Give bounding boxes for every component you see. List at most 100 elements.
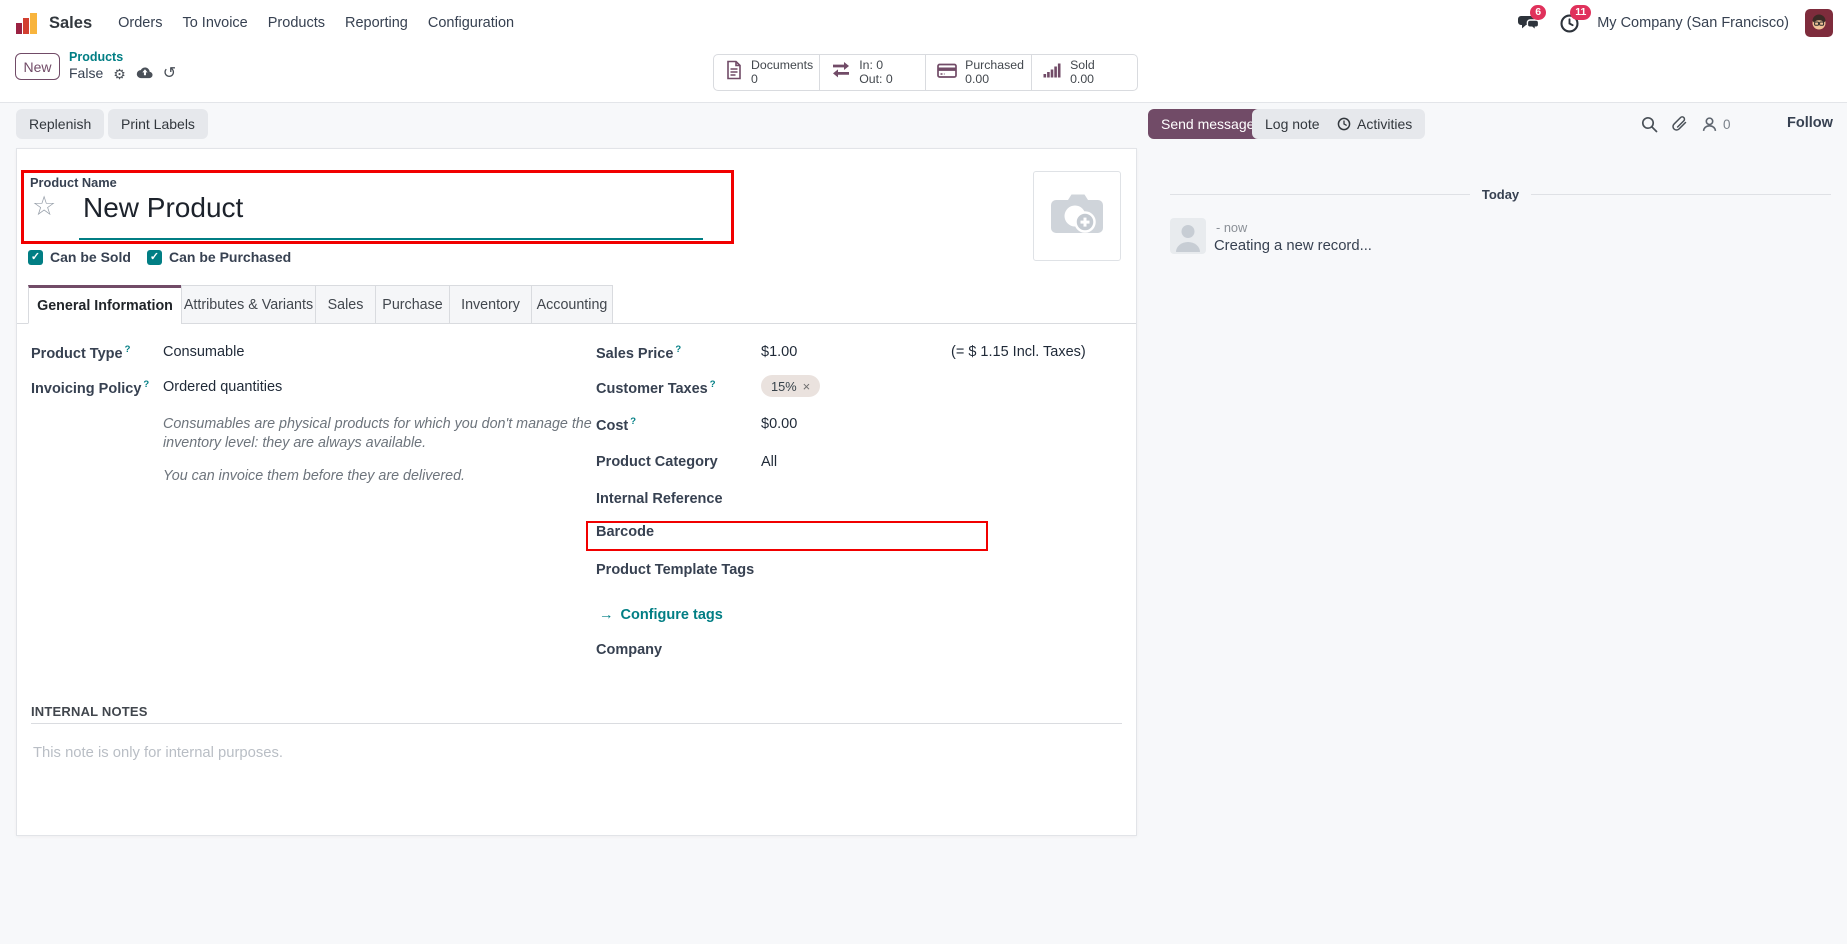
main-menu: Orders To Invoice Products Reporting Con… xyxy=(108,15,524,31)
messages-icon[interactable]: 6 xyxy=(1517,11,1541,35)
help-icon: ? xyxy=(630,416,636,427)
consumable-help-note: Consumables are physical products for wh… xyxy=(163,415,601,453)
send-message-button[interactable]: Send message xyxy=(1148,109,1267,139)
tab-sales[interactable]: Sales xyxy=(315,285,376,324)
tax-tag[interactable]: 15% × xyxy=(761,375,820,397)
internal-notes-input[interactable]: This note is only for internal purposes. xyxy=(33,745,283,761)
new-button[interactable]: New xyxy=(15,53,60,80)
chatter-date-divider: Today xyxy=(1148,187,1831,202)
can-be-purchased-checkbox[interactable]: ✓ Can be Purchased xyxy=(147,249,291,265)
product-name-input[interactable]: New Product xyxy=(83,191,243,225)
nav-item-reporting[interactable]: Reporting xyxy=(335,15,418,31)
nav-item-products[interactable]: Products xyxy=(258,15,335,31)
breadcrumb: New Products False ⚙ ↺ xyxy=(15,51,176,82)
activities-badge: 11 xyxy=(1570,5,1591,20)
transfer-arrows-icon xyxy=(831,61,851,84)
product-type-value[interactable]: Consumable xyxy=(163,344,244,360)
help-icon: ? xyxy=(143,379,149,390)
chatter-tools: 0 xyxy=(1641,112,1731,136)
internal-notes-divider xyxy=(31,723,1122,724)
search-message-icon[interactable] xyxy=(1641,116,1658,133)
tax-tag-remove-icon[interactable]: × xyxy=(803,379,811,394)
invoicing-policy-value[interactable]: Ordered quantities xyxy=(163,379,282,395)
cost-label: Cost? xyxy=(596,416,636,434)
stat-buttons: Documents 0 In: 0 Out: 0 xyxy=(713,54,1138,91)
checkbox-checked-icon: ✓ xyxy=(28,250,43,265)
header: Sales Orders To Invoice Products Reporti… xyxy=(0,0,1847,103)
date-divider-label: Today xyxy=(1482,187,1519,202)
stat-value: 0.00 xyxy=(1070,73,1095,87)
stat-label: Documents xyxy=(751,59,813,73)
invoicing-policy-label: Invoicing Policy? xyxy=(31,379,149,397)
message-avatar xyxy=(1170,218,1206,254)
app-name[interactable]: Sales xyxy=(49,14,92,33)
nav-item-orders[interactable]: Orders xyxy=(108,15,172,31)
nav-item-configuration[interactable]: Configuration xyxy=(418,15,524,31)
product-category-label: Product Category xyxy=(596,454,718,470)
log-note-button[interactable]: Log note xyxy=(1252,109,1333,139)
favorite-star-icon[interactable]: ☆ xyxy=(32,191,56,221)
stat-label: Sold xyxy=(1070,59,1095,73)
internal-reference-label: Internal Reference xyxy=(596,491,723,507)
product-category-value[interactable]: All xyxy=(761,454,777,470)
customer-taxes-label: Customer Taxes? xyxy=(596,379,716,397)
cost-value[interactable]: $0.00 xyxy=(761,416,797,432)
document-icon xyxy=(725,60,743,85)
tab-inventory[interactable]: Inventory xyxy=(449,285,532,324)
product-form: Product Name ☆ New Product ✓ Can be Sold… xyxy=(16,148,1137,836)
stat-button-documents[interactable]: Documents 0 xyxy=(714,55,819,90)
stat-label: In: 0 xyxy=(859,59,893,73)
attachment-paperclip-icon[interactable] xyxy=(1671,116,1688,133)
activities-clock-icon[interactable]: 11 xyxy=(1557,11,1581,35)
sales-app-icon[interactable] xyxy=(14,10,40,36)
can-be-sold-checkbox[interactable]: ✓ Can be Sold xyxy=(28,249,131,265)
product-type-label: Product Type? xyxy=(31,344,130,362)
nav-item-to-invoice[interactable]: To Invoice xyxy=(172,15,257,31)
checkbox-checked-icon: ✓ xyxy=(147,250,162,265)
input-focus-underline xyxy=(79,238,703,240)
tab-attributes-variants[interactable]: Attributes & Variants xyxy=(181,285,316,324)
gear-icon[interactable]: ⚙ xyxy=(113,67,126,81)
user-avatar[interactable] xyxy=(1805,9,1833,37)
can-be-purchased-label: Can be Purchased xyxy=(169,249,291,265)
discard-undo-icon[interactable]: ↺ xyxy=(163,67,176,81)
follow-button[interactable]: Follow xyxy=(1787,115,1833,131)
stat-value: 0 xyxy=(751,73,813,87)
sales-price-value[interactable]: $1.00 xyxy=(761,344,797,360)
breadcrumb-current: False xyxy=(69,65,103,82)
camera-plus-icon xyxy=(1048,190,1106,243)
help-icon: ? xyxy=(675,344,681,355)
activities-button[interactable]: Activities xyxy=(1324,109,1425,139)
breadcrumb-products-link[interactable]: Products xyxy=(69,51,176,64)
tab-accounting[interactable]: Accounting xyxy=(531,285,613,324)
message-text: Creating a new record... xyxy=(1214,238,1372,254)
configure-tags-label: Configure tags xyxy=(621,607,723,623)
tax-included-note: (= $ 1.15 Incl. Taxes) xyxy=(951,344,1086,360)
replenish-button[interactable]: Replenish xyxy=(16,109,104,139)
print-labels-button[interactable]: Print Labels xyxy=(108,109,208,139)
help-icon: ? xyxy=(710,379,716,390)
cloud-save-icon[interactable] xyxy=(136,66,153,81)
tax-tag-label: 15% xyxy=(771,379,797,394)
stat-button-in-out[interactable]: In: 0 Out: 0 xyxy=(819,55,925,90)
navbar: Sales Orders To Invoice Products Reporti… xyxy=(0,0,1847,46)
company-switcher[interactable]: My Company (San Francisco) xyxy=(1597,15,1789,31)
bar-chart-icon xyxy=(1043,62,1062,84)
stat-value: Out: 0 xyxy=(859,73,893,87)
configure-tags-link[interactable]: → Configure tags xyxy=(599,607,723,623)
stat-label: Purchased xyxy=(965,59,1024,73)
message-timestamp: - now xyxy=(1216,220,1247,235)
followers-icon[interactable] xyxy=(1701,116,1718,133)
clock-icon xyxy=(1337,117,1351,131)
product-image-upload[interactable] xyxy=(1033,171,1121,261)
tab-general-information[interactable]: General Information xyxy=(28,285,182,324)
help-icon: ? xyxy=(125,344,131,355)
stat-button-purchased[interactable]: Purchased 0.00 xyxy=(925,55,1031,90)
invoice-help-note: You can invoice them before they are del… xyxy=(163,467,601,486)
tab-purchase[interactable]: Purchase xyxy=(375,285,450,324)
stat-button-sold[interactable]: Sold 0.00 xyxy=(1031,55,1137,90)
form-tabs: General Information Attributes & Variant… xyxy=(28,285,613,324)
credit-card-icon xyxy=(937,62,957,84)
systray: 6 11 My Company (San Francisco) xyxy=(1517,9,1833,37)
barcode-label: Barcode xyxy=(596,524,654,540)
